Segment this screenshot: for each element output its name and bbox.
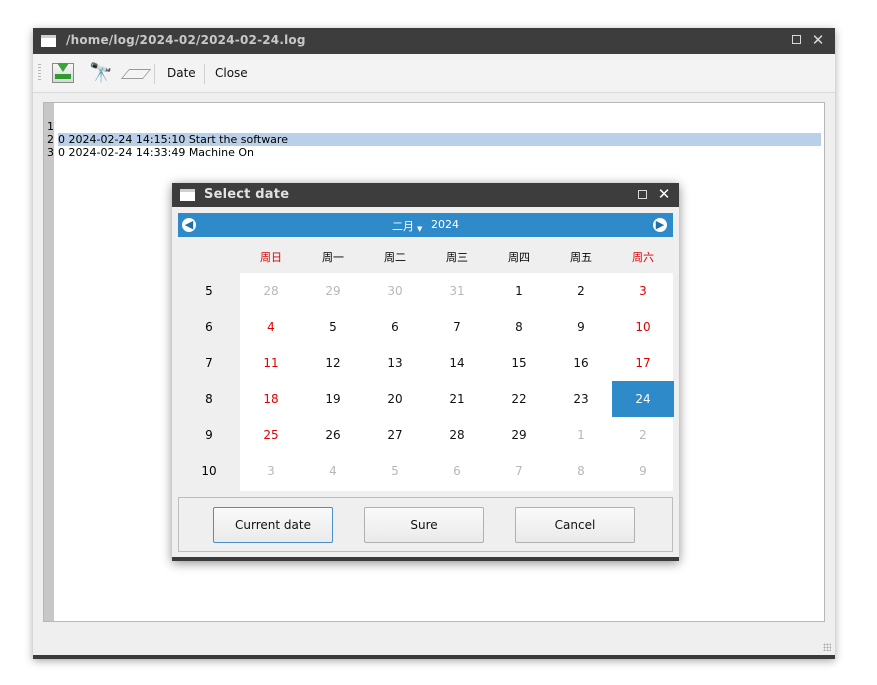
- day-cell[interactable]: 5: [364, 453, 426, 489]
- weekday-label: 周五: [570, 251, 592, 264]
- day-cell[interactable]: 10: [612, 309, 674, 345]
- week-number: 6: [205, 320, 213, 334]
- day-cell[interactable]: 4: [240, 309, 302, 345]
- day-cell[interactable]: 27: [364, 417, 426, 453]
- day-cell[interactable]: 8: [488, 309, 550, 345]
- week-number: 9: [205, 428, 213, 442]
- day-cell[interactable]: 28: [240, 273, 302, 309]
- line-text: 0 2024-02-24 14:33:49 Machine On: [58, 146, 254, 159]
- toolbar-grip[interactable]: [38, 64, 41, 82]
- day-cell[interactable]: 31: [426, 273, 488, 309]
- toolbar: 🔭 Date Close: [33, 54, 835, 93]
- sure-button[interactable]: Sure: [364, 507, 484, 543]
- day-cell[interactable]: 1: [550, 417, 612, 453]
- day-cell[interactable]: 7: [488, 453, 550, 489]
- line-number: 3: [47, 146, 54, 159]
- day-cell[interactable]: 7: [426, 309, 488, 345]
- chevron-down-icon: ▼: [417, 225, 423, 233]
- day-cell[interactable]: 13: [364, 345, 426, 381]
- weekday-label: 周二: [384, 251, 406, 264]
- day-cell[interactable]: 29: [302, 273, 364, 309]
- week-number: 8: [205, 392, 213, 406]
- day-cell[interactable]: 28: [426, 417, 488, 453]
- toolbar-separator: [204, 64, 205, 84]
- date-button[interactable]: Date: [167, 66, 196, 80]
- selected-day-cell[interactable]: 24: [612, 381, 674, 417]
- day-cell[interactable]: 1: [488, 273, 550, 309]
- editor-lines: 1 0 2024-02-24 14:15:10 Start the softwa…: [47, 107, 821, 159]
- day-cell[interactable]: 9: [550, 309, 612, 345]
- week-number: 10: [201, 464, 217, 478]
- window-title: /home/log/2024-02/2024-02-24.log: [66, 33, 306, 47]
- weekday-label: 周日: [260, 251, 282, 264]
- day-cell[interactable]: 25: [240, 417, 302, 453]
- resize-grip[interactable]: [823, 643, 831, 651]
- dialog-titlebar[interactable]: Select date ✕: [172, 183, 679, 207]
- day-cell[interactable]: 3: [240, 453, 302, 489]
- window-app-icon: [41, 35, 56, 47]
- close-icon[interactable]: ✕: [657, 187, 671, 202]
- weekday-label: 周一: [322, 251, 344, 264]
- day-cell[interactable]: 5: [302, 309, 364, 345]
- weekday-label: 周四: [508, 251, 530, 264]
- current-date-button[interactable]: Current date: [213, 507, 333, 543]
- toolbar-separator: [154, 64, 155, 84]
- select-date-dialog: Select date ✕ ◀ 二月 ▼ 2024 ▶ 周日 周一 周二 周三 周四 周五…: [172, 183, 679, 561]
- day-cell[interactable]: 6: [364, 309, 426, 345]
- log-line[interactable]: 3: [47, 133, 821, 159]
- day-cell[interactable]: 30: [364, 273, 426, 309]
- calendar-navigation-bar: ◀ 二月 ▼ 2024 ▶: [178, 213, 673, 237]
- day-cell[interactable]: 9: [612, 453, 674, 489]
- calendar-widget: ◀ 二月 ▼ 2024 ▶ 周日 周一 周二 周三 周四 周五 周六 5 28 29 30 31 1 2…: [178, 213, 674, 491]
- day-cell[interactable]: 15: [488, 345, 550, 381]
- day-cell[interactable]: 8: [550, 453, 612, 489]
- maximize-icon[interactable]: [789, 33, 803, 47]
- log-line[interactable]: 1 0 2024-02-24 14:15:10 Start the softwa…: [47, 107, 821, 146]
- day-cell[interactable]: 22: [488, 381, 550, 417]
- day-cell[interactable]: 23: [550, 381, 612, 417]
- day-cell[interactable]: 18: [240, 381, 302, 417]
- day-cell[interactable]: 4: [302, 453, 364, 489]
- binoculars-icon[interactable]: 🔭: [89, 60, 115, 86]
- weekday-label: 周三: [446, 251, 468, 264]
- day-cell[interactable]: 14: [426, 345, 488, 381]
- day-cell[interactable]: 29: [488, 417, 550, 453]
- day-cell[interactable]: 11: [240, 345, 302, 381]
- day-cell[interactable]: 17: [612, 345, 674, 381]
- day-cell[interactable]: 2: [612, 417, 674, 453]
- previous-month-icon[interactable]: ◀: [182, 218, 196, 232]
- day-cell[interactable]: 26: [302, 417, 364, 453]
- weekday-label: 周六: [632, 251, 654, 264]
- window-titlebar[interactable]: /home/log/2024-02/2024-02-24.log ✕: [33, 28, 835, 54]
- year-selector[interactable]: 2024: [431, 218, 459, 231]
- eraser-icon[interactable]: [120, 60, 152, 86]
- load-tray-icon[interactable]: [49, 60, 77, 86]
- dialog-app-icon: [180, 189, 195, 201]
- month-selector[interactable]: 二月: [392, 218, 414, 234]
- day-cell[interactable]: 12: [302, 345, 364, 381]
- week-number: 5: [205, 284, 213, 298]
- day-cell[interactable]: 20: [364, 381, 426, 417]
- next-month-icon[interactable]: ▶: [653, 218, 667, 232]
- week-number: 7: [205, 356, 213, 370]
- day-cell[interactable]: 19: [302, 381, 364, 417]
- close-icon[interactable]: ✕: [811, 33, 825, 48]
- close-button[interactable]: Close: [215, 66, 248, 80]
- day-cell[interactable]: 2: [550, 273, 612, 309]
- day-cell[interactable]: 21: [426, 381, 488, 417]
- dialog-title: Select date: [204, 187, 290, 202]
- day-cell[interactable]: 6: [426, 453, 488, 489]
- day-cell[interactable]: 3: [612, 273, 674, 309]
- log-line[interactable]: 2 0 2024-02-24 14:33:49 Machine On: [47, 120, 821, 159]
- weekday-header: 周日 周一 周二 周三 周四 周五 周六: [178, 237, 673, 273]
- day-cell[interactable]: 16: [550, 345, 612, 381]
- cancel-button[interactable]: Cancel: [515, 507, 635, 543]
- maximize-icon[interactable]: [635, 188, 649, 202]
- dialog-button-box: Current date Sure Cancel: [178, 497, 673, 552]
